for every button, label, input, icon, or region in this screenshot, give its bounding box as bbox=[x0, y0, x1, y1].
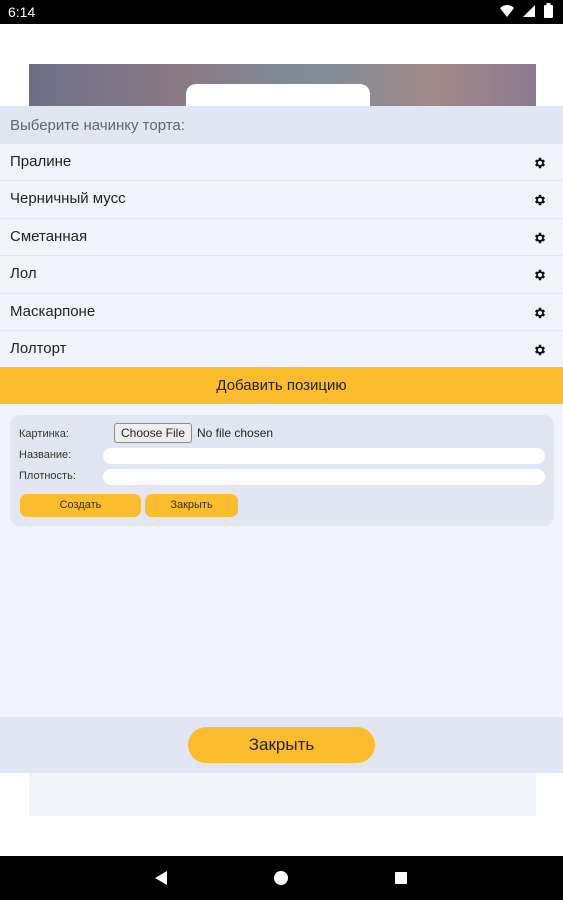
density-label: Плотность: bbox=[19, 470, 76, 482]
list-item[interactable]: Лол bbox=[0, 256, 563, 294]
item-label: Пралине bbox=[10, 153, 72, 170]
dialog-footer: Закрыть bbox=[0, 717, 563, 773]
add-filling-form: Картинка: Choose File No file chosen Наз… bbox=[10, 415, 554, 526]
add-position-button[interactable]: Добавить позицию bbox=[0, 367, 563, 404]
item-label: Лол bbox=[10, 265, 37, 283]
item-label: Сметанная bbox=[10, 227, 88, 245]
name-label: Название: bbox=[19, 449, 72, 461]
gear-icon[interactable] bbox=[533, 231, 547, 245]
list-item[interactable]: Маскарпоне bbox=[0, 294, 563, 331]
battery-icon bbox=[544, 3, 553, 18]
list-item[interactable]: Пралине bbox=[0, 144, 563, 182]
create-button[interactable]: Создать bbox=[20, 494, 141, 517]
status-icons bbox=[500, 3, 553, 18]
picture-label: Картинка: bbox=[19, 428, 69, 440]
status-time: 6:14 bbox=[8, 4, 36, 20]
back-icon[interactable] bbox=[154, 870, 168, 886]
filling-dialog: Выберите начинку торта: Пралине Черничны… bbox=[0, 106, 563, 773]
close-dialog-button[interactable]: Закрыть bbox=[188, 727, 375, 763]
dialog-title: Выберите начинку торта: bbox=[10, 117, 185, 134]
gear-icon[interactable] bbox=[533, 343, 547, 357]
add-position-label: Добавить позицию bbox=[216, 377, 347, 394]
gear-icon[interactable] bbox=[533, 306, 547, 320]
background-tab bbox=[186, 84, 370, 108]
gear-icon[interactable] bbox=[533, 268, 547, 282]
filling-list: Пралине Черничный мусс Сметанная Лол Мас… bbox=[0, 144, 563, 368]
item-label: Лолторт bbox=[10, 339, 67, 357]
item-label: Черничный мусс bbox=[10, 190, 126, 208]
recents-icon[interactable] bbox=[395, 872, 407, 884]
item-label: Маскарпоне bbox=[10, 302, 96, 320]
gear-icon[interactable] bbox=[533, 156, 547, 170]
wifi-icon bbox=[500, 4, 514, 17]
navigation-bar bbox=[0, 856, 563, 900]
list-item[interactable]: Сметанная bbox=[0, 219, 563, 257]
list-item[interactable]: Черничный мусс bbox=[0, 181, 563, 219]
file-status: No file chosen bbox=[197, 426, 274, 440]
home-icon[interactable] bbox=[274, 871, 288, 885]
gear-icon[interactable] bbox=[533, 193, 547, 207]
density-field[interactable] bbox=[103, 469, 545, 485]
choose-file-button[interactable]: Choose File bbox=[114, 423, 192, 443]
list-item[interactable]: Лолторт bbox=[0, 331, 563, 368]
name-field[interactable] bbox=[103, 448, 545, 464]
form-close-button[interactable]: Закрыть bbox=[145, 494, 238, 517]
signal-icon bbox=[523, 4, 535, 17]
status-bar: 6:14 bbox=[0, 0, 563, 24]
dialog-header: Выберите начинку торта: bbox=[0, 106, 563, 144]
